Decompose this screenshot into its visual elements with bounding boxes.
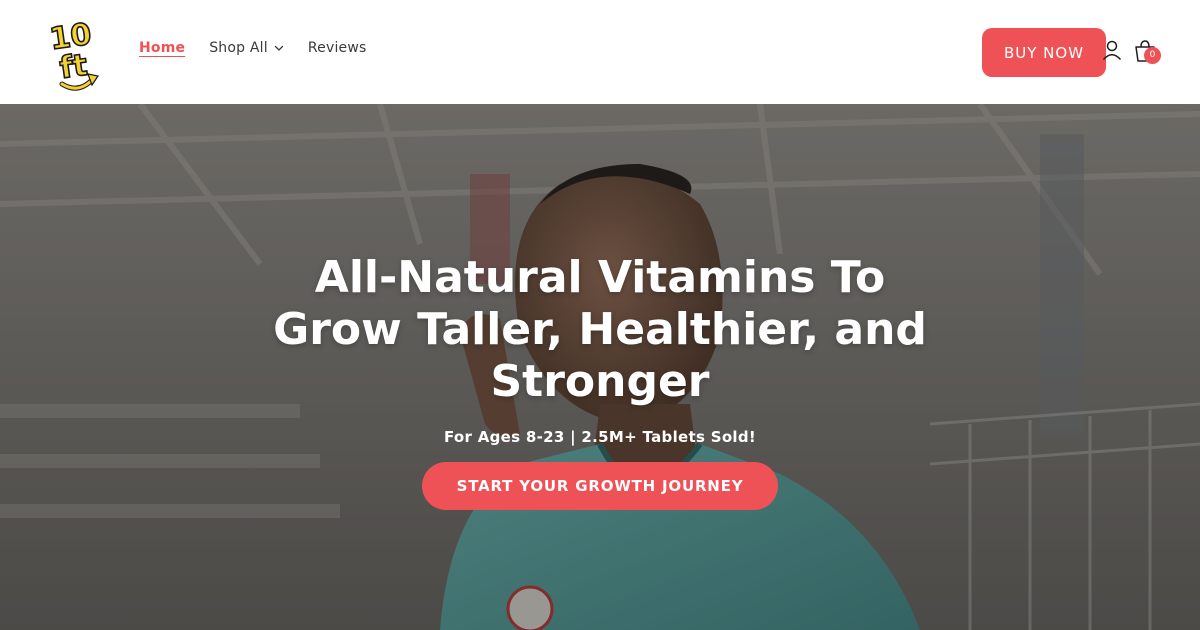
chevron-down-icon bbox=[274, 45, 283, 51]
main-nav: Home Shop All Reviews bbox=[139, 40, 391, 56]
hero-content: All-Natural Vitamins To Grow Taller, Hea… bbox=[200, 252, 1000, 510]
nav-item-home[interactable]: Home bbox=[139, 40, 185, 56]
buy-now-button[interactable]: BUY NOW bbox=[982, 28, 1106, 77]
brand-logo[interactable]: 10 ft bbox=[48, 10, 104, 96]
cart-count-badge: 0 bbox=[1144, 47, 1161, 64]
nav-item-label: Reviews bbox=[307, 40, 367, 56]
svg-text:ft: ft bbox=[58, 48, 90, 86]
user-icon[interactable] bbox=[1101, 39, 1123, 61]
hero-title: All-Natural Vitamins To Grow Taller, Hea… bbox=[273, 252, 927, 407]
nav-item-label: Home bbox=[139, 40, 186, 56]
hero-subtitle: For Ages 8-23 | 2.5M+ Tablets Sold! bbox=[443, 428, 757, 446]
nav-item-shop-all[interactable]: Shop All bbox=[209, 40, 284, 56]
start-growth-journey-button[interactable]: START YOUR GROWTH JOURNEY bbox=[422, 462, 778, 510]
site-header: 10 ft Home Shop All Reviews BUY NOW 0 bbox=[0, 0, 1200, 104]
nav-item-reviews[interactable]: Reviews bbox=[308, 40, 367, 56]
hero-banner: All-Natural Vitamins To Grow Taller, Hea… bbox=[0, 104, 1200, 630]
nav-item-label: Shop All bbox=[209, 40, 268, 56]
